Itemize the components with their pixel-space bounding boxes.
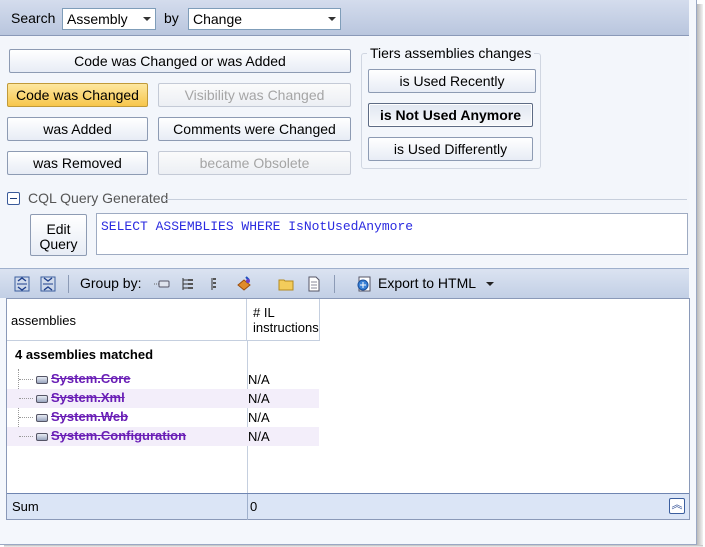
used-differently-button[interactable]: is Used Differently bbox=[368, 137, 533, 161]
edit-query-line2: Query bbox=[39, 235, 78, 252]
export-html-button[interactable]: Export to HTML bbox=[352, 269, 498, 299]
collapse-all-icon[interactable] bbox=[40, 276, 56, 292]
group-by-namespace-icon[interactable] bbox=[180, 276, 196, 292]
not-used-anymore-button[interactable]: is Not Used Anymore bbox=[368, 103, 533, 127]
comments-changed-button[interactable]: Comments were Changed bbox=[158, 117, 351, 141]
code-changed-button[interactable]: Code was Changed bbox=[7, 83, 148, 107]
sum-value: 0 bbox=[250, 499, 258, 514]
assembly-icon bbox=[36, 395, 48, 403]
assembly-icon bbox=[36, 433, 48, 441]
window-shadow bbox=[697, 4, 703, 545]
group-by-member-icon[interactable] bbox=[236, 276, 252, 292]
il-instructions-value: N/A bbox=[248, 410, 270, 425]
section-divider bbox=[165, 199, 687, 200]
change-filter-panel: Code was Changed or was Added Code was C… bbox=[0, 37, 689, 267]
assembly-name[interactable]: System.Configuration bbox=[51, 428, 186, 443]
column-header-assemblies-label: assemblies bbox=[11, 313, 77, 328]
group-by-type-icon[interactable] bbox=[206, 276, 222, 292]
toolbar-separator bbox=[334, 275, 335, 293]
assembly-name[interactable]: System.Xml bbox=[51, 390, 125, 405]
group-by-assembly-icon[interactable] bbox=[154, 276, 170, 292]
tiers-groupbox-title: Tiers assemblies changes bbox=[367, 45, 535, 61]
search-criteria-combo[interactable]: Change bbox=[188, 8, 341, 30]
il-instructions-value: N/A bbox=[248, 391, 270, 406]
edit-query-button[interactable]: Edit Query bbox=[30, 214, 87, 256]
sum-label: Sum bbox=[12, 499, 39, 514]
column-header-assemblies[interactable]: assemblies bbox=[7, 299, 247, 341]
assembly-name[interactable]: System.Web bbox=[51, 409, 128, 424]
matched-count-label: 4 assemblies matched bbox=[15, 347, 154, 362]
changed-or-added-button[interactable]: Code was Changed or was Added bbox=[9, 49, 351, 73]
cql-query-editor[interactable]: SELECT ASSEMBLIES WHERE IsNotUsedAnymore bbox=[96, 213, 688, 255]
group-by-label: Group by: bbox=[80, 275, 142, 291]
table-row[interactable]: System.Web N/A bbox=[7, 408, 319, 427]
assembly-name[interactable]: System.Core bbox=[51, 371, 130, 386]
toolbar-separator bbox=[68, 275, 69, 293]
export-icon bbox=[357, 276, 371, 292]
column-divider bbox=[247, 494, 248, 520]
was-added-button[interactable]: was Added bbox=[7, 117, 148, 141]
search-criteria-value: Change bbox=[193, 11, 243, 27]
visibility-changed-button[interactable]: Visibility was Changed bbox=[158, 83, 351, 107]
expand-all-icon[interactable] bbox=[14, 276, 30, 292]
window: Search Assembly by Change Code was Chang… bbox=[0, 0, 697, 545]
assembly-icon bbox=[36, 376, 48, 384]
column-header-il-line1: # IL bbox=[253, 305, 275, 320]
chevron-down-icon bbox=[143, 17, 151, 21]
assembly-icon bbox=[36, 414, 48, 422]
edit-query-line1: Edit bbox=[46, 220, 71, 237]
folder-icon[interactable] bbox=[278, 276, 294, 292]
results-grid: assemblies # IL instructions 4 assemblie… bbox=[6, 298, 690, 520]
chevron-down-icon bbox=[486, 282, 494, 286]
document-icon[interactable] bbox=[306, 276, 322, 292]
table-row[interactable]: System.Configuration N/A bbox=[7, 427, 319, 446]
by-label: by bbox=[164, 10, 179, 26]
was-removed-button[interactable]: was Removed bbox=[7, 151, 148, 175]
tree-branch bbox=[19, 436, 33, 437]
tiers-groupbox: Tiers assemblies changes is Used Recentl… bbox=[361, 45, 541, 169]
cql-section-title: CQL Query Generated bbox=[28, 190, 169, 206]
tree-branch bbox=[19, 417, 33, 418]
tree-branch bbox=[19, 379, 33, 380]
collapse-icon[interactable] bbox=[7, 192, 20, 205]
tree-branch bbox=[19, 398, 33, 399]
chevron-down-icon bbox=[328, 17, 336, 21]
table-row[interactable]: System.Core N/A bbox=[7, 370, 319, 389]
used-recently-button[interactable]: is Used Recently bbox=[368, 69, 536, 93]
search-bar: Search Assembly by Change bbox=[0, 0, 689, 36]
search-target-combo[interactable]: Assembly bbox=[62, 8, 156, 30]
search-label: Search bbox=[11, 10, 56, 26]
search-target-value: Assembly bbox=[67, 11, 128, 27]
column-header-il-instructions[interactable]: # IL instructions bbox=[247, 299, 320, 341]
table-row[interactable]: System.Xml N/A bbox=[7, 389, 319, 408]
sum-bar: Sum 0 ︽ bbox=[7, 493, 689, 520]
chevron-up-icon[interactable]: ︽ bbox=[669, 498, 685, 514]
export-label: Export to HTML bbox=[378, 275, 477, 291]
became-obsolete-button[interactable]: became Obsolete bbox=[158, 151, 351, 175]
il-instructions-value: N/A bbox=[248, 372, 270, 387]
column-header-il-line2: instructions bbox=[253, 320, 319, 335]
results-toolbar: Group by: Export to HTML bbox=[0, 268, 689, 298]
il-instructions-value: N/A bbox=[248, 429, 270, 444]
